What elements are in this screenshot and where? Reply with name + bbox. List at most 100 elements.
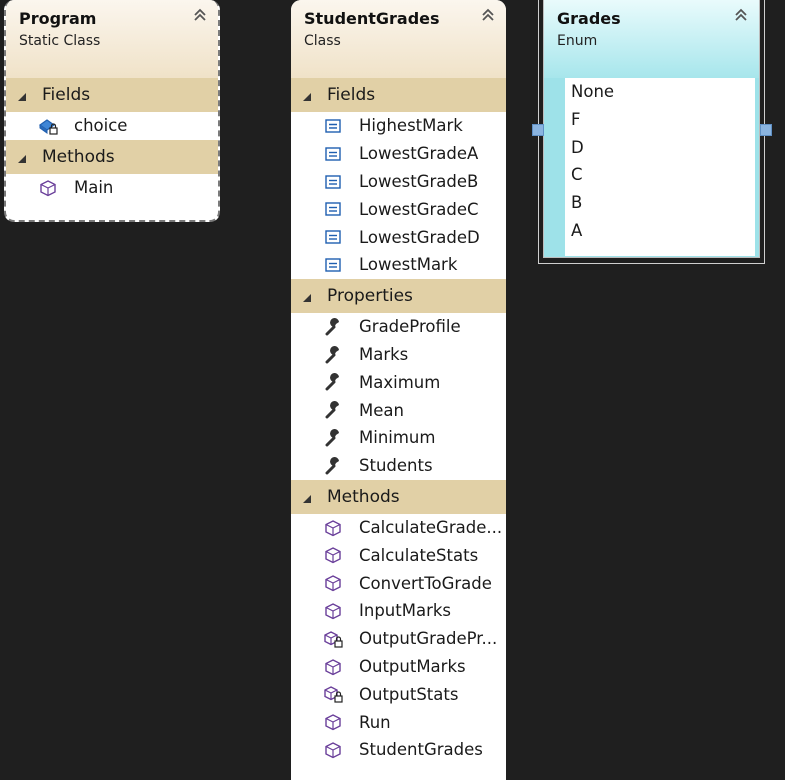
- method-item[interactable]: CalculateStats: [291, 541, 506, 569]
- wrench-icon: [325, 345, 341, 364]
- method-item[interactable]: CalculateGrade...: [291, 514, 506, 542]
- member-name: Mean: [359, 400, 404, 420]
- section-label: Fields: [42, 85, 91, 105]
- enum-value[interactable]: None: [565, 78, 755, 106]
- program-field-choice[interactable]: choice: [6, 112, 218, 140]
- property-item[interactable]: Students: [291, 452, 506, 480]
- program-kind: Static Class: [19, 33, 101, 49]
- wrench-icon: [325, 456, 341, 475]
- collapse-icon[interactable]: [480, 7, 496, 23]
- expanded-triangle-icon[interactable]: [302, 494, 312, 504]
- member-name: StudentGrades: [359, 740, 483, 760]
- field-icon: [325, 119, 341, 133]
- private-method-icon: [324, 631, 343, 648]
- property-item[interactable]: Maximum: [291, 368, 506, 396]
- method-item[interactable]: Run: [291, 708, 506, 736]
- field-item[interactable]: LowestGradeD: [291, 223, 506, 251]
- member-name: CalculateGrade...: [359, 517, 503, 537]
- member-name: OutputMarks: [359, 656, 466, 676]
- member-name: OutputStats: [359, 684, 459, 704]
- resize-handle-right[interactable]: [760, 124, 772, 136]
- private-field-icon: [39, 119, 58, 135]
- field-icon: [325, 258, 341, 272]
- studentgrades-fields-section[interactable]: Fields: [291, 78, 506, 112]
- method-icon: [325, 519, 341, 536]
- program-methods-section[interactable]: Methods: [6, 139, 218, 174]
- studentgrades-header[interactable]: StudentGrades Class: [291, 0, 506, 78]
- member-name: LowestMark: [359, 255, 458, 275]
- method-icon: [40, 180, 56, 196]
- collapse-icon[interactable]: [733, 7, 749, 23]
- property-item[interactable]: Mean: [291, 396, 506, 424]
- wrench-icon: [325, 373, 341, 391]
- property-item[interactable]: Marks: [291, 341, 506, 369]
- studentgrades-kind: Class: [304, 33, 341, 49]
- studentgrades-class-shape[interactable]: StudentGrades Class Fields HighestMark L…: [291, 0, 506, 780]
- method-item[interactable]: StudentGrades: [291, 736, 506, 764]
- member-name: Maximum: [359, 372, 441, 392]
- studentgrades-properties-section[interactable]: Properties: [291, 278, 506, 313]
- field-icon: [325, 147, 341, 161]
- studentgrades-title: StudentGrades: [304, 9, 440, 28]
- method-item[interactable]: OutputMarks: [291, 653, 506, 681]
- member-name: LowestGradeB: [359, 171, 479, 191]
- enum-values-list: None F D C B A: [565, 78, 755, 256]
- expanded-triangle-icon[interactable]: [302, 293, 312, 303]
- field-item[interactable]: LowestGradeC: [291, 195, 506, 223]
- private-method-icon: [324, 686, 343, 704]
- program-fields-section[interactable]: Fields: [6, 78, 218, 112]
- studentgrades-methods-section[interactable]: Methods: [291, 479, 506, 514]
- grades-title: Grades: [557, 9, 621, 28]
- member-name: Main: [74, 178, 114, 198]
- expanded-triangle-icon[interactable]: [17, 154, 27, 164]
- expanded-triangle-icon[interactable]: [302, 92, 312, 102]
- method-item[interactable]: InputMarks: [291, 597, 506, 625]
- collapse-icon[interactable]: [192, 7, 208, 23]
- enum-value[interactable]: B: [565, 189, 755, 217]
- section-label: Fields: [327, 85, 376, 105]
- resize-handle-left[interactable]: [532, 124, 544, 136]
- section-label: Methods: [42, 146, 115, 167]
- grades-enum-shape[interactable]: Grades Enum None F D C B A: [543, 0, 760, 258]
- field-item[interactable]: LowestMark: [291, 251, 506, 279]
- program-class-shape[interactable]: Program Static Class Fields choice Metho…: [4, 0, 220, 222]
- property-item[interactable]: GradeProfile: [291, 313, 506, 341]
- member-name: LowestGradeA: [359, 144, 479, 164]
- member-name: Minimum: [359, 428, 436, 448]
- wrench-icon: [325, 401, 341, 419]
- method-item[interactable]: OutputStats: [291, 680, 506, 708]
- method-icon: [325, 658, 341, 675]
- enum-value[interactable]: D: [565, 134, 755, 162]
- member-name: Run: [359, 712, 391, 732]
- enum-value[interactable]: A: [565, 217, 755, 245]
- member-name: choice: [74, 116, 128, 136]
- member-name: ConvertToGrade: [359, 573, 492, 593]
- field-item[interactable]: LowestGradeB: [291, 168, 506, 196]
- member-name: GradeProfile: [359, 317, 461, 337]
- enum-value[interactable]: F: [565, 106, 755, 134]
- member-name: LowestGradeD: [359, 227, 480, 247]
- method-icon: [325, 575, 341, 592]
- enum-value[interactable]: C: [565, 161, 755, 189]
- grades-kind: Enum: [557, 33, 598, 49]
- program-header[interactable]: Program Static Class: [6, 0, 218, 78]
- field-icon: [325, 230, 341, 244]
- method-item[interactable]: OutputGradePr...: [291, 625, 506, 653]
- section-label: Properties: [327, 285, 413, 306]
- method-icon: [325, 714, 341, 731]
- grades-header[interactable]: Grades Enum: [544, 0, 759, 78]
- property-item[interactable]: Minimum: [291, 424, 506, 452]
- field-item[interactable]: LowestGradeA: [291, 140, 506, 168]
- member-name: CalculateStats: [359, 545, 479, 565]
- field-item[interactable]: HighestMark: [291, 112, 506, 140]
- member-name: HighestMark: [359, 116, 463, 136]
- method-icon: [325, 547, 341, 564]
- method-item[interactable]: ConvertToGrade: [291, 569, 506, 597]
- expanded-triangle-icon[interactable]: [17, 92, 27, 102]
- field-icon: [325, 174, 341, 189]
- method-icon: [325, 603, 341, 620]
- program-method-main[interactable]: Main: [6, 174, 218, 202]
- method-icon: [325, 742, 341, 759]
- member-name: LowestGradeC: [359, 199, 479, 219]
- member-name: InputMarks: [359, 601, 452, 621]
